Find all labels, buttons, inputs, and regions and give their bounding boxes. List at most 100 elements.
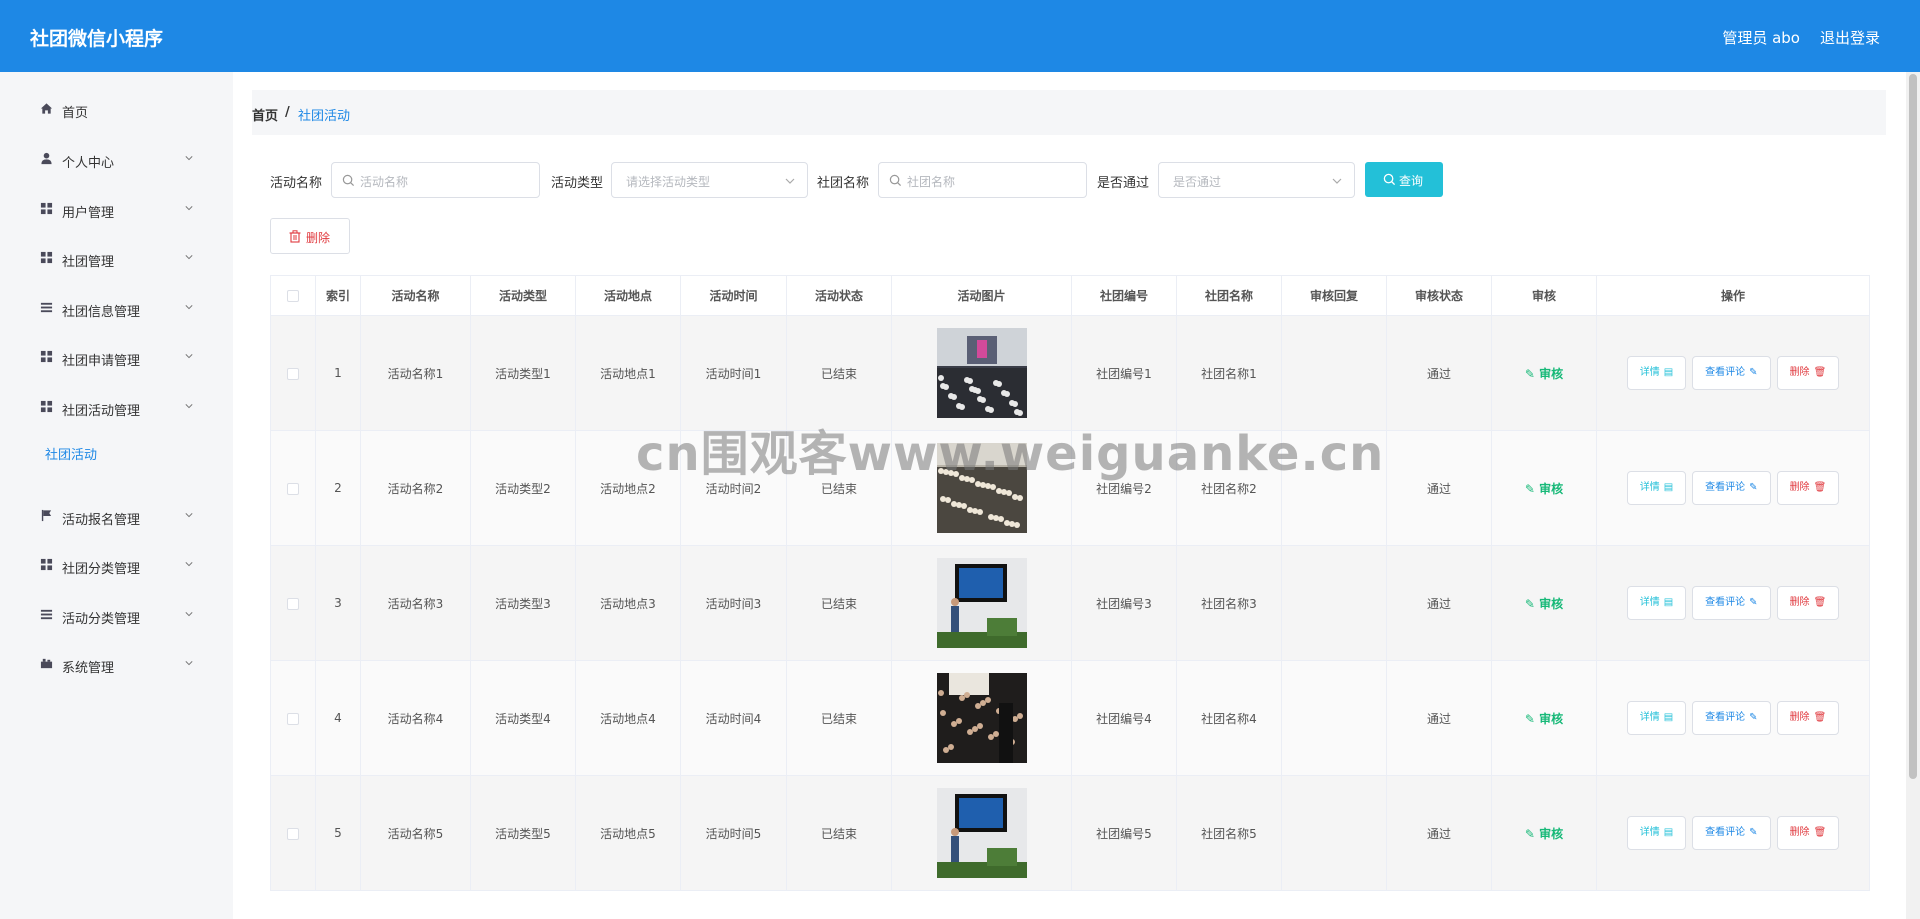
cell-audit: ✎ 审核 [1491, 660, 1597, 776]
activity-photo[interactable] [936, 788, 1027, 878]
sidebar-item-label: 系统管理 [62, 661, 115, 676]
row-delete-button[interactable]: 删除 🗑 [1776, 471, 1840, 505]
trash-icon: 🗑 [1813, 597, 1827, 608]
scrollbar-thumb[interactable] [1909, 74, 1917, 779]
row-checkbox[interactable] [287, 482, 299, 495]
admin-user-name[interactable]: 管理员 abo [1722, 27, 1800, 48]
view-comments-button[interactable]: 查看评论 ✎ [1692, 586, 1771, 620]
cell-audit-status: 通过 [1386, 660, 1492, 776]
activity-photo[interactable] [936, 558, 1027, 648]
sidebar-item-3[interactable]: 社团管理 [0, 239, 233, 279]
select-all-checkbox[interactable] [287, 290, 299, 302]
row-delete-label: 删除 [1789, 482, 1810, 493]
cell-activity-status: 已结束 [786, 660, 892, 776]
cell-audit-status: 通过 [1386, 430, 1492, 546]
edit-icon: ✎ [1749, 597, 1758, 608]
sidebar: 首页 个人中心 用户管理 社团管理 社团信息管理 社团申请管理 社团活动管理 活动报名管理 社团… [0, 72, 233, 919]
document-icon: ▤ [1663, 712, 1674, 723]
breadcrumb-home[interactable]: 首页 [252, 105, 278, 124]
edit-icon: ✎ [1749, 482, 1758, 493]
row-delete-button[interactable]: 删除 🗑 [1776, 586, 1840, 620]
sidebar-item-8[interactable]: 社团分类管理 [0, 546, 233, 586]
sidebar-item-1[interactable]: 个人中心 [0, 140, 233, 180]
detail-button[interactable]: 详情 ▤ [1626, 356, 1687, 390]
row-delete-button[interactable]: 删除 🗑 [1776, 816, 1840, 850]
sidebar-item-4[interactable]: 社团信息管理 [0, 289, 233, 329]
cell-activity-place: 活动地点5 [575, 775, 681, 891]
row-checkbox[interactable] [287, 597, 299, 610]
audit-link[interactable]: ✎ 审核 [1525, 367, 1563, 381]
detail-button-label: 详情 [1639, 827, 1660, 838]
sidebar-item-9[interactable]: 活动分类管理 [0, 596, 233, 636]
view-comments-button[interactable]: 查看评论 ✎ [1692, 816, 1771, 850]
sidebar-item-2[interactable]: 用户管理 [0, 190, 233, 230]
audit-link-label: 审核 [1539, 826, 1564, 841]
page-scrollbar[interactable] [1906, 72, 1920, 919]
home-icon [40, 102, 54, 116]
detail-button-label: 详情 [1639, 712, 1660, 723]
sidebar-item-5[interactable]: 社团申请管理 [0, 338, 233, 378]
detail-button[interactable]: 详情 ▤ [1626, 586, 1687, 620]
settings-icon [40, 657, 54, 671]
row-delete-button[interactable]: 删除 🗑 [1776, 701, 1840, 735]
view-comments-button[interactable]: 查看评论 ✎ [1692, 471, 1771, 505]
activity-photo[interactable] [936, 328, 1027, 418]
cell-audit: ✎ 审核 [1491, 775, 1597, 891]
row-delete-button[interactable]: 删除 🗑 [1776, 356, 1840, 390]
document-icon: ▤ [1663, 597, 1674, 608]
sidebar-subitem-club-activity[interactable]: 社团活动 [45, 444, 97, 463]
detail-button[interactable]: 详情 ▤ [1626, 701, 1687, 735]
watermark-text: cn围观客www.weiguanke.cn [636, 426, 1385, 482]
sidebar-item-0[interactable]: 首页 [0, 90, 233, 130]
chevron-down-icon [185, 354, 193, 359]
detail-button[interactable]: 详情 ▤ [1626, 471, 1687, 505]
sidebar-item-6[interactable]: 社团活动管理 [0, 388, 233, 428]
activity-name-input[interactable]: 活动名称 [331, 162, 540, 198]
row-delete-label: 删除 [1789, 367, 1810, 378]
club-name-input[interactable]: 社团名称 [878, 162, 1087, 198]
trash-icon: 🗑 [1813, 482, 1827, 493]
is-passed-select[interactable]: 是否通过 [1158, 162, 1355, 198]
activity-photo[interactable] [936, 673, 1027, 763]
audit-link-label: 审核 [1539, 481, 1564, 496]
cell-index: 2 [315, 430, 361, 546]
is-passed-placeholder: 是否通过 [1173, 175, 1222, 189]
view-comments-button[interactable]: 查看评论 ✎ [1692, 356, 1771, 390]
audit-link[interactable]: ✎ 审核 [1525, 712, 1563, 726]
logout-link[interactable]: 退出登录 [1820, 27, 1880, 48]
list-icon [40, 608, 54, 622]
row-select-cell [270, 775, 316, 891]
audit-link-label: 审核 [1539, 596, 1564, 611]
chevron-down-icon [185, 255, 193, 260]
cell-activity-type: 活动类型4 [470, 660, 576, 776]
activity-type-select[interactable]: 请选择活动类型 [611, 162, 808, 198]
activity-type-placeholder: 请选择活动类型 [626, 175, 711, 189]
trash-icon: 🗑 [1813, 367, 1827, 378]
audit-link[interactable]: ✎ 审核 [1525, 482, 1563, 496]
document-icon: ▤ [1663, 827, 1674, 838]
sidebar-item-10[interactable]: 系统管理 [0, 645, 233, 685]
row-checkbox[interactable] [287, 367, 299, 380]
detail-button[interactable]: 详情 ▤ [1626, 816, 1687, 850]
view-comments-button[interactable]: 查看评论 ✎ [1692, 701, 1771, 735]
batch-delete-button[interactable]: 删除 [270, 218, 350, 254]
edit-icon: ✎ [1524, 481, 1540, 496]
edit-icon: ✎ [1524, 826, 1540, 841]
breadcrumb-current: 社团活动 [298, 109, 351, 124]
column-header: 索引 [315, 275, 361, 316]
cell-activity-status: 已结束 [786, 775, 892, 891]
sidebar-item-7[interactable]: 活动报名管理 [0, 497, 233, 537]
query-button[interactable]: 查询 [1365, 162, 1443, 197]
row-checkbox[interactable] [287, 827, 299, 840]
row-checkbox[interactable] [287, 712, 299, 725]
audit-link[interactable]: ✎ 审核 [1525, 827, 1563, 841]
audit-link[interactable]: ✎ 审核 [1525, 597, 1563, 611]
grid-icon [40, 400, 54, 414]
cell-activity-place: 活动地点4 [575, 660, 681, 776]
cell-activity-status: 已结束 [786, 545, 892, 661]
cell-activity-time: 活动时间5 [680, 775, 787, 891]
activity-name-placeholder: 活动名称 [360, 175, 409, 189]
row-select-cell [270, 430, 316, 546]
column-header: 活动类型 [470, 275, 576, 316]
top-header: 社团微信小程序 管理员 abo 退出登录 [0, 0, 1920, 72]
